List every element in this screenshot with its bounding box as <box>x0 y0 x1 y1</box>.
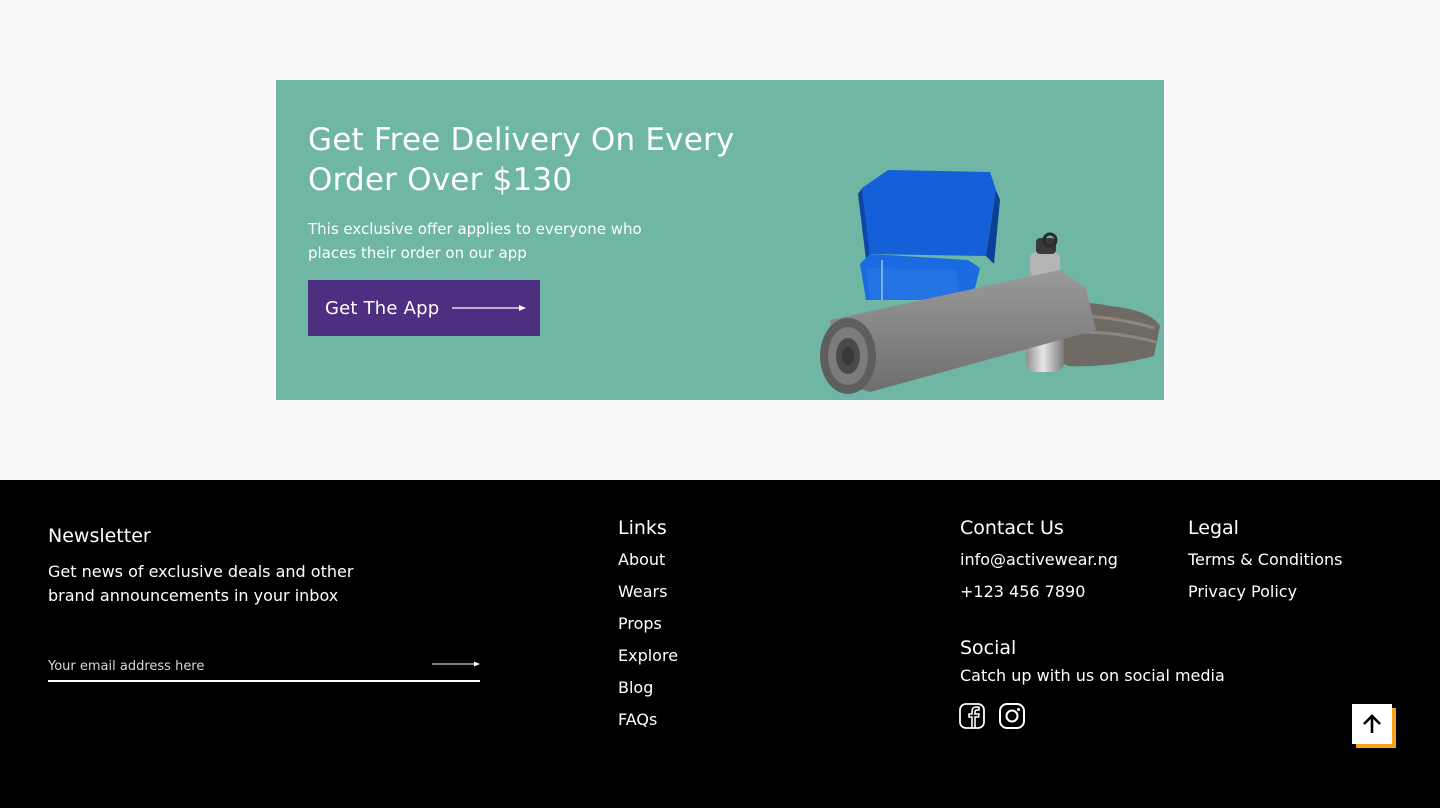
social-description: Catch up with us on social media <box>960 666 1225 685</box>
contact-email-link[interactable]: info@activewear.ng <box>960 550 1118 570</box>
arrow-up-icon <box>1363 714 1381 733</box>
footer-link-explore[interactable]: Explore <box>618 646 678 666</box>
instagram-icon[interactable] <box>998 702 1026 730</box>
contact-heading: Contact Us <box>960 517 1064 539</box>
legal-link-privacy[interactable]: Privacy Policy <box>1188 582 1297 602</box>
promo-banner: Get Free Delivery On Every Order Over $1… <box>276 80 1164 400</box>
get-app-button[interactable]: Get The App <box>308 280 540 336</box>
links-heading: Links <box>618 517 667 539</box>
facebook-icon[interactable] <box>958 702 986 730</box>
newsletter-description: Get news of exclusive deals and other br… <box>48 562 354 605</box>
newsletter-form <box>48 652 480 682</box>
site-footer: Newsletter Get news of exclusive deals a… <box>0 480 1440 808</box>
promo-title: Get Free Delivery On Every Order Over $1… <box>308 122 735 198</box>
arrow-right-icon[interactable] <box>432 660 480 668</box>
contact-phone-link[interactable]: +123 456 7890 <box>960 582 1085 602</box>
get-app-button-label: Get The App <box>325 297 440 319</box>
newsletter-heading: Newsletter <box>48 525 151 547</box>
back-to-top-button[interactable] <box>1352 704 1392 744</box>
arrow-right-icon <box>452 305 526 311</box>
footer-link-props[interactable]: Props <box>618 614 662 634</box>
legal-heading: Legal <box>1188 517 1239 539</box>
footer-link-wears[interactable]: Wears <box>618 582 667 602</box>
promo-subtitle: This exclusive offer applies to everyone… <box>308 220 642 262</box>
footer-link-faqs[interactable]: FAQs <box>618 710 657 730</box>
footer-link-blog[interactable]: Blog <box>618 678 653 698</box>
social-heading: Social <box>960 637 1017 659</box>
legal-link-terms[interactable]: Terms & Conditions <box>1188 550 1342 570</box>
fitness-gear-image <box>820 170 1160 394</box>
footer-link-about[interactable]: About <box>618 550 665 570</box>
email-input[interactable] <box>48 652 418 680</box>
